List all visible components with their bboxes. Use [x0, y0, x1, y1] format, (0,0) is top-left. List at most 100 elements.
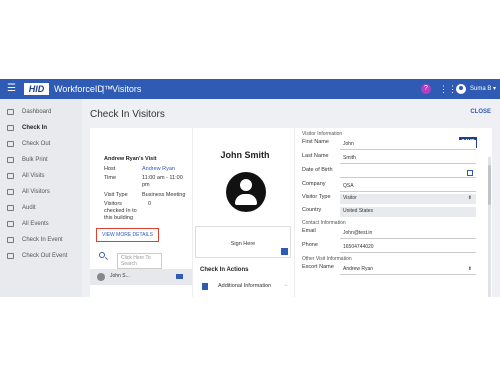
visitor-photo-placeholder-icon[interactable] — [226, 172, 266, 212]
visitor-search[interactable]: Click Here To Search — [95, 249, 190, 269]
form-scrollbar[interactable] — [488, 157, 491, 297]
document-icon — [202, 283, 208, 290]
apps-grid-icon[interactable]: ⋮⋮ — [439, 83, 457, 95]
check-in-actions-heading: Check In Actions — [200, 267, 249, 273]
app-window: ☰ HID WorkforceID™ | Visitors ? ⋮⋮ Suma … — [0, 79, 500, 297]
panel-divider — [294, 128, 295, 297]
visitor-information-heading: Visitor Information — [302, 131, 343, 137]
title-separator: | — [102, 84, 105, 94]
main-content: Check In Visitors CLOSE Andrew Ryan's Vi… — [82, 99, 500, 297]
email-label: Email — [302, 228, 316, 234]
edit-signature-icon[interactable] — [281, 248, 288, 255]
sidebar-item-label: Dashboard — [22, 109, 52, 115]
sidebar-item-label: Check In — [22, 125, 48, 131]
escort-name-value: Andrew Ryan — [343, 266, 374, 272]
mail-icon[interactable] — [176, 274, 183, 279]
visitors-icon — [7, 189, 14, 195]
sidebar-item-check-in-event[interactable]: Check In Event — [0, 233, 82, 247]
sidebar-item-bulk-print[interactable]: Bulk Print — [0, 153, 82, 167]
sidebar-item-label: All Visitors — [22, 189, 50, 195]
sidebar-item-label: Check In Event — [22, 237, 63, 243]
country-label: Country — [302, 207, 322, 213]
sidebar-item-dashboard[interactable]: Dashboard — [0, 105, 82, 119]
avatar-head — [240, 179, 252, 191]
check-out-event-icon — [7, 253, 14, 259]
host-value[interactable]: Andrew Ryan — [142, 166, 175, 173]
sidebar-item-all-visits[interactable]: All Visits — [0, 169, 82, 183]
country-field[interactable]: United States — [340, 207, 476, 217]
checked-in-label: checked In to — [104, 208, 137, 214]
sidebar-item-check-in[interactable]: Check In — [0, 121, 82, 135]
sidebar-item-check-out-event[interactable]: Check Out Event — [0, 249, 82, 263]
sidebar-item-all-visitors[interactable]: All Visitors — [0, 185, 82, 199]
check-in-event-icon — [7, 237, 14, 243]
company-label: Company — [302, 181, 326, 187]
dropdown-icon: ⬍ — [467, 266, 472, 272]
dob-label: Date of Birth — [302, 167, 333, 173]
first-name-field[interactable]: John — [340, 140, 476, 150]
scrollbar-thumb[interactable] — [488, 165, 491, 205]
time-value-cont: pm — [142, 182, 150, 188]
print-icon — [7, 157, 14, 163]
search-input[interactable]: Click Here To Search — [117, 253, 162, 269]
visitor-type-label: Visitor Type — [302, 194, 331, 200]
hid-logo: HID — [24, 83, 49, 95]
sidebar-item-label: All Visits — [22, 173, 45, 179]
sidebar: Dashboard Check In Check Out Bulk Print … — [0, 99, 82, 297]
escort-name-select[interactable]: Andrew Ryan ⬍ — [340, 265, 476, 275]
company-field[interactable]: QSA — [340, 182, 476, 192]
email-field[interactable]: John@test.in — [340, 229, 476, 239]
audit-icon — [7, 205, 14, 211]
visitor-full-name: John Smith — [220, 150, 270, 160]
last-name-field[interactable]: Smith — [340, 154, 476, 164]
arrow-right-icon: → — [283, 282, 289, 288]
section-title: Visitors — [112, 84, 142, 94]
view-more-details-button[interactable]: VIEW MORE DETAILS — [96, 228, 159, 242]
sidebar-item-audit[interactable]: Audit — [0, 201, 82, 215]
search-icon — [99, 252, 105, 258]
top-bar: ☰ HID WorkforceID™ | Visitors ? ⋮⋮ Suma … — [0, 79, 500, 99]
phone-label: Phone — [302, 242, 318, 248]
visit-title: Andrew Ryan's Visit — [104, 156, 157, 162]
time-value: 11:00 am - 11:00 — [142, 175, 183, 181]
contact-information-heading: Contact Information — [302, 220, 346, 226]
user-avatar-icon[interactable] — [456, 84, 466, 94]
events-icon — [7, 221, 14, 227]
time-label: Time — [104, 175, 117, 181]
page-title: Check In Visitors — [90, 109, 165, 120]
check-in-card: Andrew Ryan's Visit Host Andrew Ryan Tim… — [90, 128, 492, 297]
dashboard-icon — [7, 109, 14, 115]
phone-field[interactable]: 16504744020 — [340, 243, 476, 253]
escort-name-label: Escort Name — [302, 264, 334, 270]
visitor-list-item[interactable]: John S... — [90, 269, 192, 285]
additional-information-label: Additional Information — [218, 283, 272, 289]
close-button[interactable]: CLOSE — [470, 109, 491, 115]
panel-divider — [192, 128, 193, 297]
user-menu[interactable]: Suma B ▾ — [470, 84, 496, 94]
sidebar-item-check-out[interactable]: Check Out — [0, 137, 82, 151]
sidebar-item-label: Check Out Event — [22, 253, 68, 259]
sign-here-label: Sign Here — [230, 241, 256, 247]
sidebar-item-label: Bulk Print — [22, 157, 48, 163]
dropdown-icon: ⬍ — [467, 195, 472, 201]
sidebar-item-all-events[interactable]: All Events — [0, 217, 82, 231]
visitor-avatar-icon — [97, 273, 105, 281]
last-name-label: Last Name — [302, 153, 329, 159]
checked-in-count: 0 — [148, 201, 152, 207]
visits-icon — [7, 173, 14, 179]
visitor-type-value: Visitor — [343, 195, 357, 201]
additional-information-action[interactable]: Additional Information → — [200, 282, 290, 292]
sidebar-item-label: Audit — [22, 205, 36, 211]
calendar-icon[interactable] — [467, 170, 473, 176]
signature-pad[interactable]: Sign Here — [195, 226, 291, 258]
hamburger-menu-icon[interactable]: ☰ — [7, 83, 16, 95]
visitor-type-select[interactable]: Visitor ⬍ — [340, 194, 476, 204]
help-icon[interactable]: ? — [421, 84, 431, 94]
checked-in-label: Visitors — [104, 201, 122, 207]
check-out-icon — [7, 141, 14, 147]
visitor-name: John S... — [110, 273, 130, 279]
sidebar-item-label: Check Out — [22, 141, 51, 147]
sidebar-item-label: All Events — [22, 221, 49, 227]
dob-field[interactable] — [340, 168, 476, 178]
check-in-icon — [7, 125, 14, 131]
